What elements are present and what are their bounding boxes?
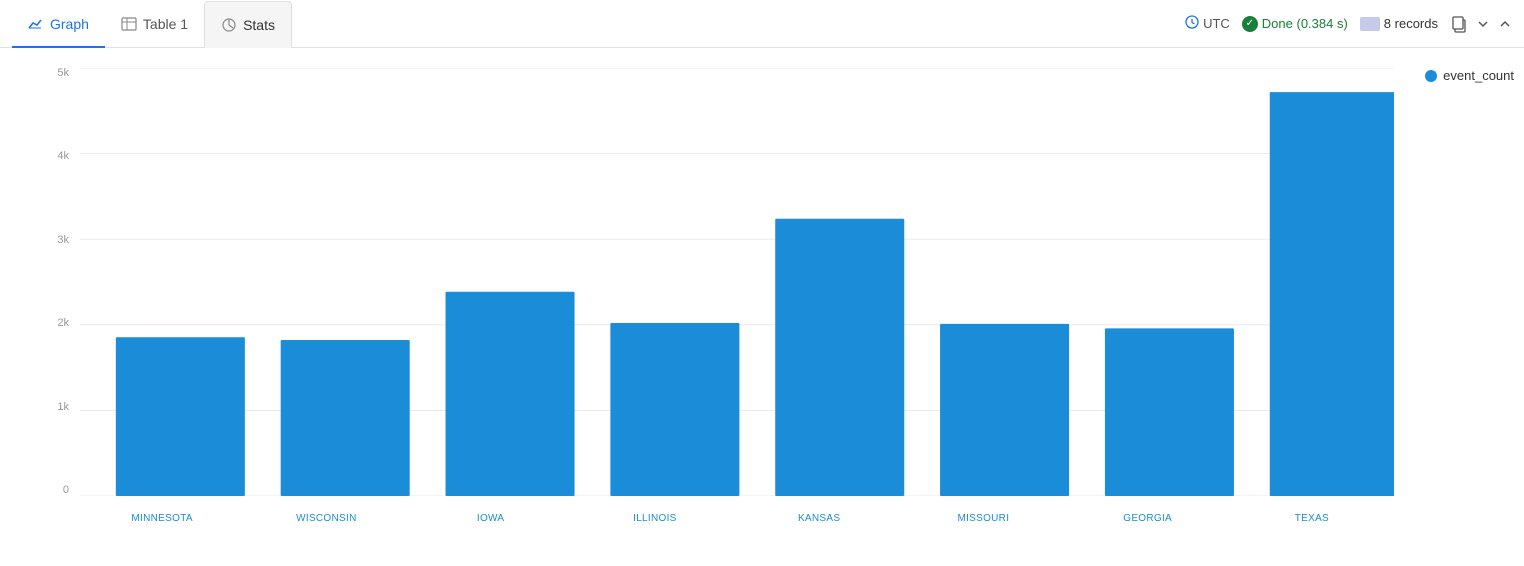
stats-icon [221,17,237,33]
tab-table1-label: Table 1 [143,16,188,32]
utc-status[interactable]: UTC [1185,15,1230,32]
records-count: 8 records [1360,16,1438,31]
tab-graph[interactable]: Graph [12,1,105,48]
chevron-up-icon[interactable] [1498,17,1512,31]
line-chart-icon [28,16,44,32]
y-label-3k: 3k [57,235,69,246]
utc-label: UTC [1203,16,1230,31]
check-icon: ✓ [1242,16,1258,32]
y-label-1k: 1k [57,402,69,413]
y-label-5k: 5k [57,68,69,79]
x-label-georgia: GEORGIA [1066,513,1230,524]
tab-table1[interactable]: Table 1 [105,1,204,48]
x-label-illinois: ILLINOIS [573,513,737,524]
tab-stats-label: Stats [243,17,275,33]
chart-plot-area: MINNESOTA WISCONSIN IOWA ILLINOIS KANSAS… [80,68,1394,496]
tabs: Graph Table 1 Stats [12,0,292,47]
top-bar: Graph Table 1 Stats [0,0,1524,48]
chart-container: event_count 5k 4k 3k 2k 1k 0 [0,48,1524,566]
done-status: ✓ Done (0.384 s) [1242,16,1348,32]
records-icon [1360,17,1380,31]
x-label-wisconsin: WISCONSIN [244,513,408,524]
tab-graph-label: Graph [50,16,89,32]
x-label-kansas: KANSAS [737,513,901,524]
copy-button[interactable] [1450,15,1468,33]
x-label-missouri: MISSOURI [901,513,1065,524]
tab-stats[interactable]: Stats [204,1,292,48]
y-label-2k: 2k [57,318,69,329]
y-label-0: 0 [63,485,69,496]
y-axis: 5k 4k 3k 2k 1k 0 [40,68,75,496]
records-label: 8 records [1384,16,1438,31]
table-icon [121,16,137,32]
clock-icon [1185,15,1199,32]
done-label: Done (0.384 s) [1262,16,1348,31]
x-axis-labels: MINNESOTA WISCONSIN IOWA ILLINOIS KANSAS… [80,513,1394,524]
right-controls: UTC ✓ Done (0.384 s) 8 records [1185,15,1512,33]
toolbar-icons [1450,15,1512,33]
x-label-texas: TEXAS [1230,513,1394,524]
x-label-iowa: IOWA [409,513,573,524]
chart-main: event_count 5k 4k 3k 2k 1k 0 [0,58,1524,566]
x-label-minnesota: MINNESOTA [80,513,244,524]
chevron-down-icon[interactable] [1476,17,1490,31]
y-label-4k: 4k [57,151,69,162]
